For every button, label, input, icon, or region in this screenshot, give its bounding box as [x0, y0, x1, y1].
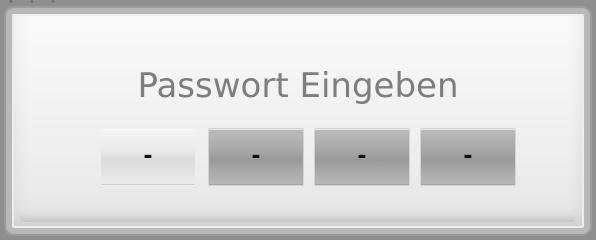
window-edge-decoration: • • •	[8, 0, 63, 8]
pin-slot-2[interactable]: -	[208, 128, 304, 186]
pin-slot-4-value: -	[463, 144, 473, 169]
pin-slot-2-value: -	[251, 144, 261, 169]
dialog-title: Passwort Eingeben	[137, 66, 459, 106]
pin-slot-1-value: -	[143, 144, 153, 169]
pin-slot-3-value: -	[357, 144, 367, 169]
pin-slot-4[interactable]: -	[420, 128, 516, 186]
pin-slot-3[interactable]: -	[314, 128, 410, 186]
password-dialog: Passwort Eingeben - - - -	[6, 8, 590, 234]
pin-entry-row: - - - -	[100, 128, 520, 188]
pin-slot-1[interactable]: -	[100, 128, 196, 186]
